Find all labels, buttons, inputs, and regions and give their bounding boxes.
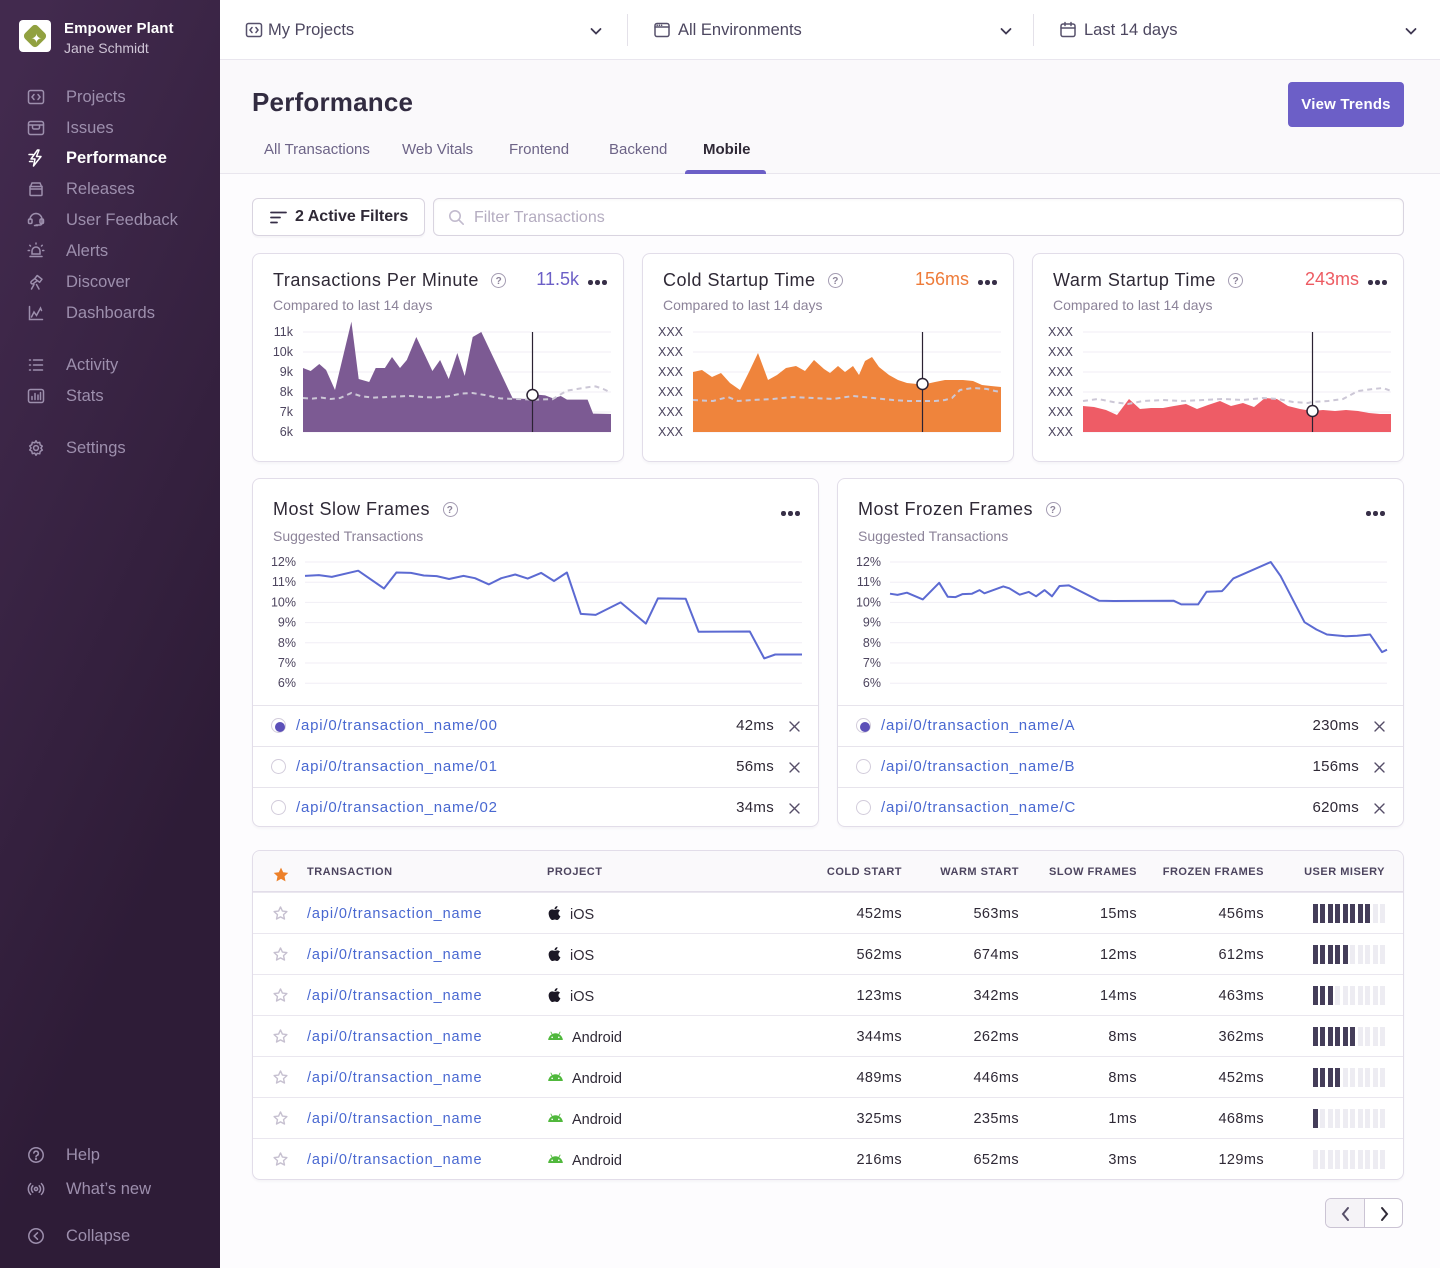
svg-text:7%: 7% [863,656,881,670]
svg-text:9%: 9% [278,616,296,630]
svg-text:6%: 6% [278,676,296,690]
svg-text:7%: 7% [278,656,296,670]
svg-text:10%: 10% [856,595,881,609]
svg-text:12%: 12% [271,555,296,569]
svg-text:6%: 6% [863,676,881,690]
svg-text:8%: 8% [278,636,296,650]
svg-text:10%: 10% [271,595,296,609]
svg-text:11%: 11% [272,575,296,589]
svg-text:11%: 11% [857,575,881,589]
svg-text:8%: 8% [863,636,881,650]
svg-text:12%: 12% [856,555,881,569]
svg-text:9%: 9% [863,616,881,630]
